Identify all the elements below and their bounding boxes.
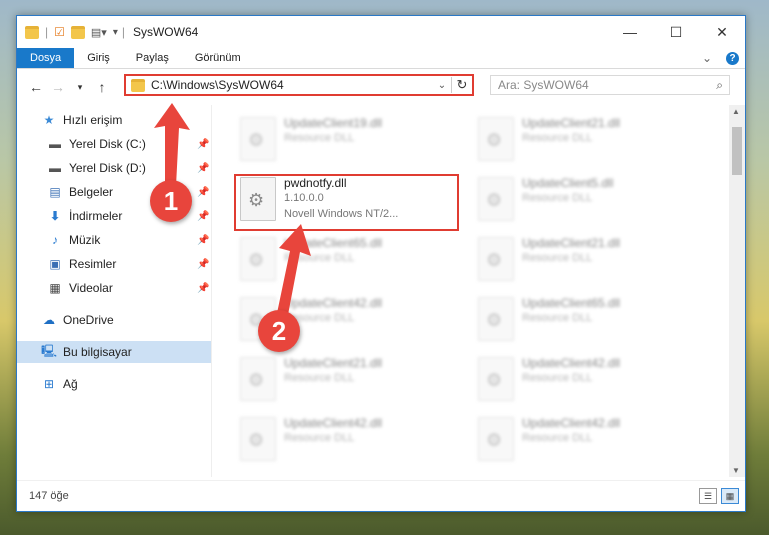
step-marker-2: 2 — [258, 310, 300, 352]
annotation-arrows — [154, 103, 311, 320]
arrow-2-icon — [276, 224, 311, 320]
step-marker-1: 1 — [150, 180, 192, 222]
arrow-1-icon — [154, 103, 190, 186]
